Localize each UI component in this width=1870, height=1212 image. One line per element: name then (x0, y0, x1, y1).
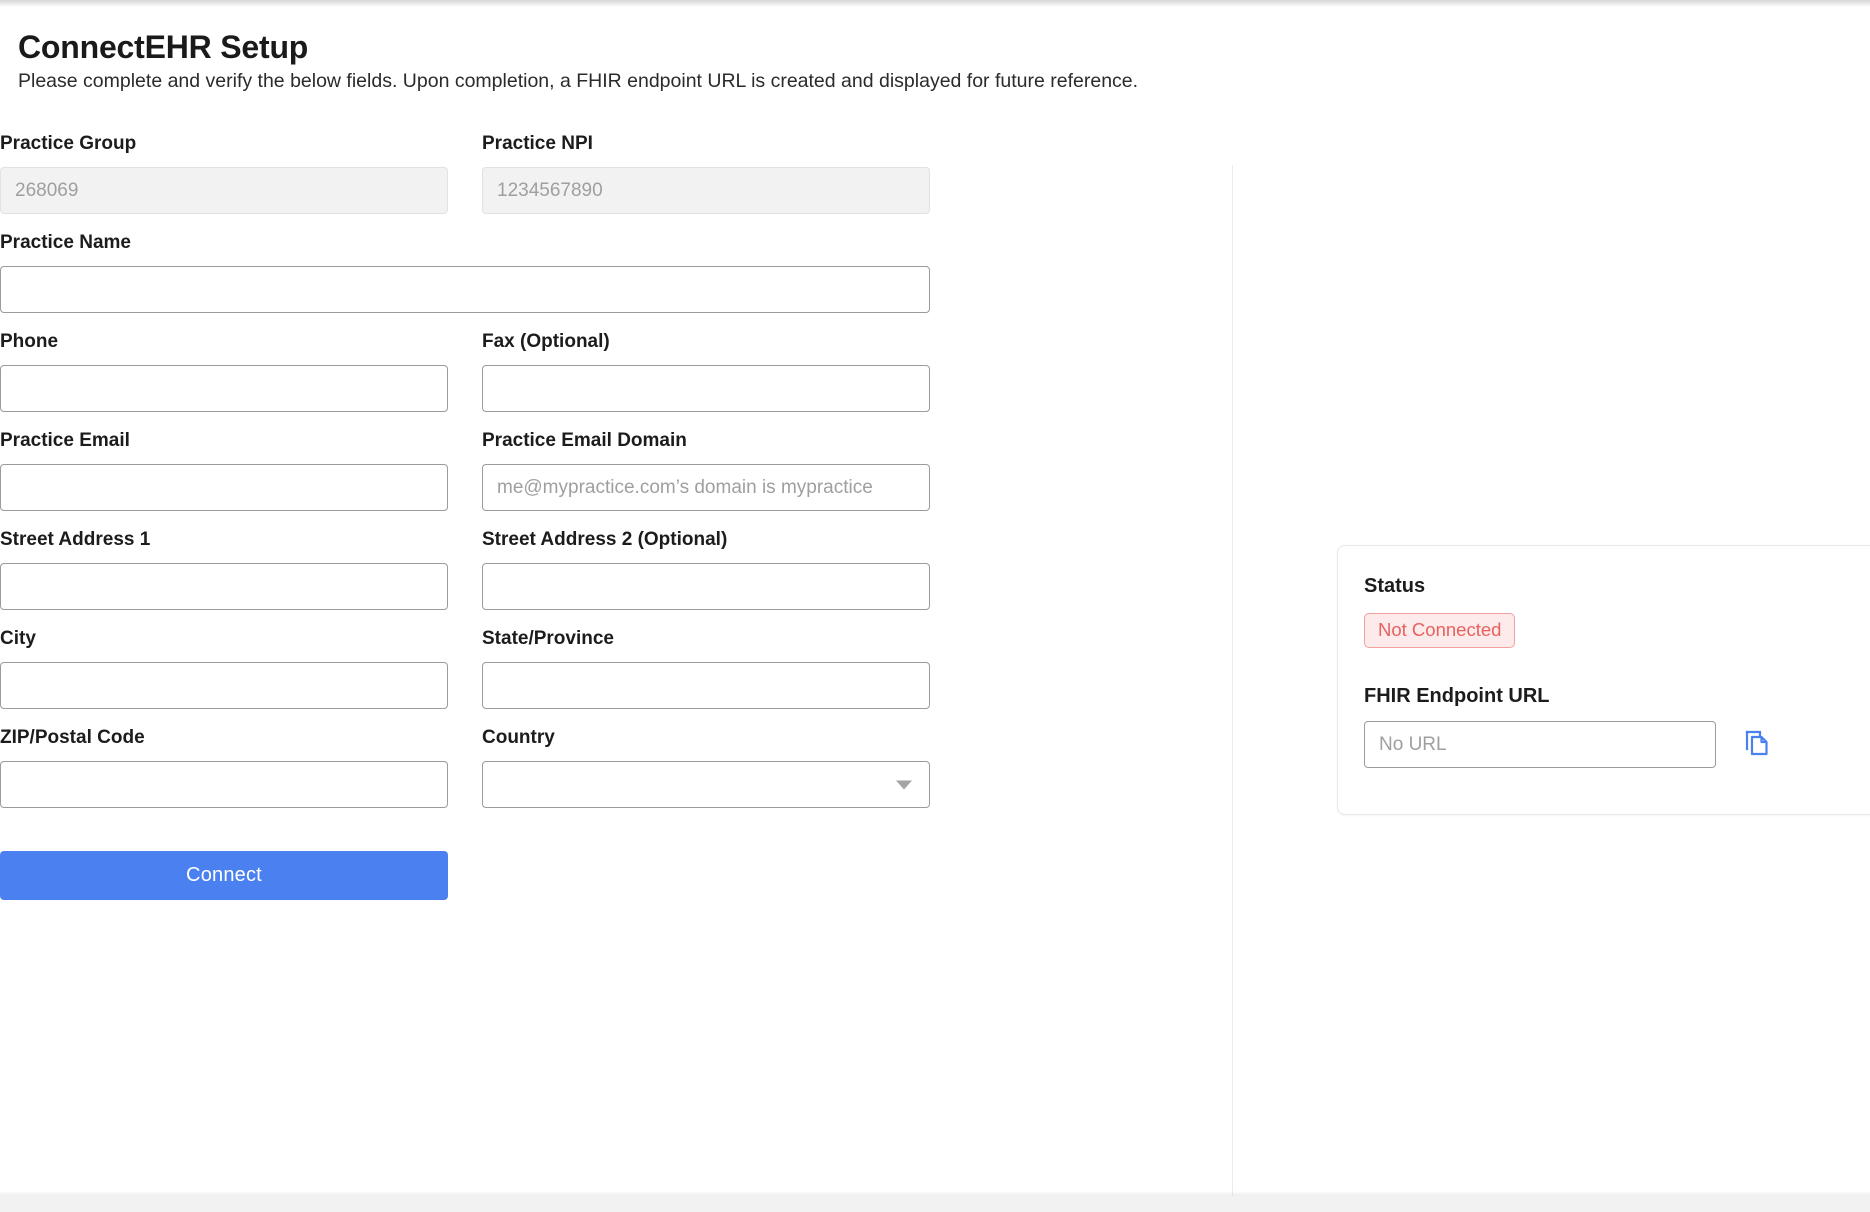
page-title: ConnectEHR Setup (18, 29, 309, 66)
field-practice-npi: Practice NPI (482, 132, 930, 214)
field-fax: Fax (Optional) (482, 330, 930, 412)
practice-email-input[interactable] (0, 464, 448, 511)
field-practice-email: Practice Email (0, 429, 448, 511)
column-divider (1232, 165, 1233, 1212)
label-city: City (0, 628, 36, 649)
label-street-address-2: Street Address 2 (Optional) (482, 529, 728, 550)
field-country: Country (482, 726, 930, 808)
fhir-endpoint-url-row (1364, 721, 1870, 768)
field-street-address-1: Street Address 1 (0, 528, 448, 610)
top-scroll-shadow (0, 0, 1870, 7)
street-address-2-input[interactable] (482, 563, 930, 610)
label-practice-name: Practice Name (0, 232, 131, 253)
label-fax: Fax (Optional) (482, 331, 610, 352)
phone-input[interactable] (0, 365, 448, 412)
form-row-street: Street Address 1 Street Address 2 (Optio… (0, 528, 1000, 610)
form-row-city-state: City State/Province (0, 627, 1000, 709)
form-row-practice-identity: Practice Group Practice NPI (0, 132, 1000, 214)
bottom-strip (0, 1196, 1870, 1212)
label-phone: Phone (0, 331, 59, 352)
practice-npi-input (482, 167, 930, 214)
form-row-practice-name: Practice Name (0, 231, 1000, 313)
label-state-province: State/Province (482, 628, 614, 649)
city-input[interactable] (0, 662, 448, 709)
state-province-input[interactable] (482, 662, 930, 709)
form-row-zip-country: ZIP/Postal Code Country (0, 726, 1000, 808)
practice-name-input[interactable] (0, 266, 930, 313)
status-badge: Not Connected (1364, 613, 1516, 648)
bottom-strip-shadow (0, 1191, 1870, 1196)
page-subtitle: Please complete and verify the below fie… (18, 70, 1139, 92)
label-zip-postal-code: ZIP/Postal Code (0, 727, 145, 748)
fhir-endpoint-url-input[interactable] (1364, 721, 1716, 768)
form-row-email: Practice Email Practice Email Domain (0, 429, 1000, 511)
practice-email-domain-input[interactable] (482, 464, 930, 511)
country-select-wrapper (482, 761, 930, 808)
label-practice-email-domain: Practice Email Domain (482, 430, 687, 451)
field-state-province: State/Province (482, 627, 930, 709)
label-practice-npi: Practice NPI (482, 133, 593, 154)
field-practice-email-domain: Practice Email Domain (482, 429, 930, 511)
label-street-address-1: Street Address 1 (0, 529, 151, 550)
street-address-1-input[interactable] (0, 563, 448, 610)
field-practice-group: Practice Group (0, 132, 448, 214)
form-row-submit: Connect (0, 825, 1000, 900)
zip-postal-code-input[interactable] (0, 761, 448, 808)
label-practice-group: Practice Group (0, 133, 137, 154)
copy-icon (1744, 729, 1770, 760)
country-select[interactable] (482, 761, 930, 808)
setup-form: Practice Group Practice NPI Practice Nam… (0, 132, 1000, 917)
fhir-endpoint-url-heading: FHIR Endpoint URL (1364, 685, 1550, 707)
status-heading: Status (1364, 575, 1426, 597)
connectehr-setup-page: ConnectEHR Setup Please complete and ver… (0, 0, 1870, 1212)
connect-button[interactable]: Connect (0, 851, 448, 900)
status-card: Status Not Connected FHIR Endpoint URL (1337, 545, 1870, 815)
field-city: City (0, 627, 448, 709)
label-country: Country (482, 727, 555, 748)
fax-input[interactable] (482, 365, 930, 412)
practice-group-input (0, 167, 448, 214)
field-practice-name: Practice Name (0, 231, 930, 313)
form-row-contact: Phone Fax (Optional) (0, 330, 1000, 412)
copy-url-button[interactable] (1742, 729, 1772, 761)
field-zip-postal-code: ZIP/Postal Code (0, 726, 448, 808)
label-practice-email: Practice Email (0, 430, 130, 451)
field-phone: Phone (0, 330, 448, 412)
field-street-address-2: Street Address 2 (Optional) (482, 528, 930, 610)
